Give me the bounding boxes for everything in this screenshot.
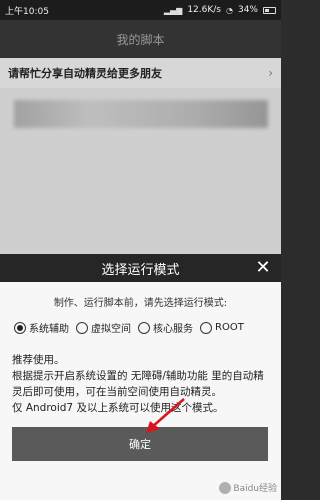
status-time: 上午10:05 xyxy=(5,6,49,17)
mode-option-virtual-space[interactable]: 虚拟空间 xyxy=(76,320,131,335)
mode-option-core-service[interactable]: 核心服务 xyxy=(138,320,193,335)
recommend-text: 推荐使用。 xyxy=(12,354,65,366)
mode-label: 系统辅助 xyxy=(29,324,69,335)
mode-option-system-assist[interactable]: 系统辅助 xyxy=(14,320,69,335)
battery-percent: 34% xyxy=(237,5,258,15)
mode-option-root[interactable]: ROOT xyxy=(200,320,244,335)
mode-label: 核心服务 xyxy=(153,324,193,335)
mode-radio-group: 系统辅助 虚拟空间 核心服务 ROOT xyxy=(14,320,276,335)
app-title-bar: 我的脚本 xyxy=(0,20,281,58)
share-banner[interactable]: 请帮忙分享自动精灵给更多朋友 › xyxy=(0,58,281,88)
signal-icon: ▂▄▆ xyxy=(163,5,183,15)
mode-label: 虚拟空间 xyxy=(91,324,131,335)
dialog-title: 选择运行模式 xyxy=(101,262,180,278)
radio-button[interactable] xyxy=(76,321,88,334)
paw-logo-icon xyxy=(219,481,232,494)
radio-button[interactable] xyxy=(200,321,212,334)
radio-button-checked[interactable] xyxy=(14,321,26,334)
baidu-watermark: Baidu经验 xyxy=(219,481,277,494)
status-bar: 上午10:05 ▂▄▆ 12.6K/s ◔ 34% xyxy=(0,0,281,20)
dialog-prompt: 制作、运行脚本前，请先选择运行模式: xyxy=(53,298,228,309)
script-list-area xyxy=(0,88,281,254)
radio-button[interactable] xyxy=(138,321,150,334)
battery-icon xyxy=(263,6,276,14)
page-title: 我的脚本 xyxy=(116,32,165,47)
dialog-header: 选择运行模式 ✕ xyxy=(0,254,281,282)
close-icon[interactable]: ✕ xyxy=(253,258,273,278)
status-indicators: ▂▄▆ 12.6K/s ◔ 34% xyxy=(164,5,276,15)
dialog-body: 制作、运行脚本前，请先选择运行模式: 系统辅助 虚拟空间 核心服务 ROOT 推… xyxy=(0,282,281,500)
watermark-text: Baidu经验 xyxy=(233,484,277,494)
red-arrow-icon xyxy=(146,398,185,433)
share-banner-text: 请帮忙分享自动精灵给更多朋友 xyxy=(8,67,162,80)
mode-label: ROOT xyxy=(215,322,244,333)
wifi-icon: ◔ xyxy=(226,5,233,15)
blurred-list-item xyxy=(14,100,268,128)
network-speed: 12.6K/s xyxy=(187,5,221,15)
chevron-right-icon: › xyxy=(268,66,273,80)
